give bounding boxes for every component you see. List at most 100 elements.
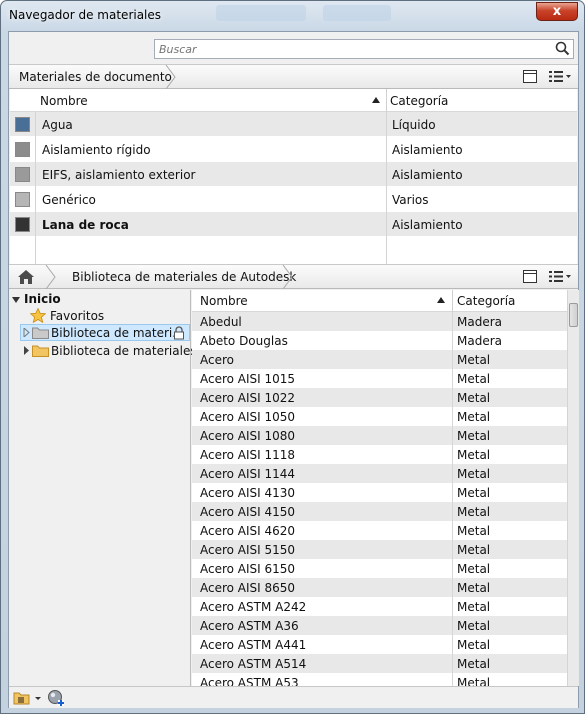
table-row[interactable]: Acero AISI 1118 Metal [192, 445, 567, 464]
material-category: Metal [457, 676, 491, 686]
material-category: Líquido [392, 118, 436, 132]
material-name: Genérico [42, 193, 96, 207]
table-row[interactable]: Abeto Douglas Madera [192, 331, 567, 350]
material-name: Acero AISI 4130 [200, 486, 296, 500]
collapsed-arrow-icon[interactable] [23, 346, 30, 355]
tree-item-home[interactable]: Inicio [24, 292, 61, 306]
breadcrumb-document-materials[interactable]: Materiales de documento [19, 70, 172, 84]
material-category: Metal [457, 638, 491, 652]
material-category: Metal [457, 619, 491, 633]
material-name: Acero AISI 5150 [200, 543, 296, 557]
background-window-tab [216, 5, 306, 21]
material-category: Varios [392, 193, 429, 207]
search-input[interactable] [155, 40, 545, 58]
tree-item-library[interactable]: Biblioteca de materiales ... [51, 344, 212, 358]
table-row[interactable]: Aislamiento rígido Aislamiento [10, 137, 577, 162]
table-row[interactable]: Acero AISI 1144 Metal [192, 464, 567, 483]
library-scrollbar[interactable] [567, 290, 579, 686]
material-name: Agua [42, 118, 73, 132]
home-icon[interactable] [17, 269, 35, 288]
material-name: Acero AISI 1022 [200, 391, 296, 405]
table-row[interactable]: Acero AISI 4130 Metal [192, 483, 567, 502]
window-client: Materiales de documento Nombre Categoría… [8, 31, 579, 708]
create-material-icon[interactable] [47, 689, 65, 710]
star-icon [30, 308, 46, 323]
table-row[interactable]: Abedul Madera [192, 312, 567, 331]
table-row[interactable]: Acero AISI 1022 Metal [192, 388, 567, 407]
sort-ascending-icon [372, 97, 380, 103]
library-manage-icon[interactable] [13, 690, 43, 709]
column-header-name[interactable]: Nombre [200, 294, 248, 308]
folder-icon [32, 345, 49, 357]
table-header: Nombre Categoría [192, 290, 567, 312]
material-name: Acero AISI 1118 [200, 448, 296, 462]
table-row[interactable]: Acero ASTM A441 Metal [192, 635, 567, 654]
material-name: Acero AISI 8650 [200, 581, 296, 595]
panel-view-icon[interactable] [522, 69, 538, 87]
material-swatch [15, 217, 30, 232]
table-row[interactable]: Acero AISI 4150 Metal [192, 502, 567, 521]
table-row[interactable]: Acero AISI 1015 Metal [192, 369, 567, 388]
material-category: Metal [457, 410, 491, 424]
table-row[interactable]: Agua Líquido [10, 112, 577, 137]
table-row[interactable]: Acero AISI 8650 Metal [192, 578, 567, 597]
column-header-name[interactable]: Nombre [40, 94, 88, 108]
table-row[interactable]: Acero ASTM A514 Metal [192, 654, 567, 673]
panel-view-icon[interactable] [522, 269, 538, 287]
breadcrumb-separator-icon [45, 265, 56, 289]
expanded-arrow-icon[interactable] [12, 296, 20, 304]
bottom-toolbar [9, 686, 578, 708]
material-name: Acero ASTM A514 [200, 657, 307, 671]
material-category: Metal [457, 524, 491, 538]
list-view-options-icon[interactable] [548, 269, 572, 287]
table-row[interactable]: Acero AISI 6150 Metal [192, 559, 567, 578]
material-name: Acero ASTM A441 [200, 638, 307, 652]
material-category: Aislamiento [392, 143, 463, 157]
material-name: Acero [200, 353, 234, 367]
table-row[interactable]: Genérico Varios [10, 187, 577, 212]
library-materials-table: Nombre Categoría Abedul Madera Abeto Dougl… [192, 290, 567, 686]
material-name: Acero AISI 1144 [200, 467, 296, 481]
tree-item-library-locked[interactable]: Biblioteca de materi... [51, 326, 184, 340]
table-row[interactable]: Acero ASTM A242 Metal [192, 597, 567, 616]
material-swatch [15, 117, 30, 132]
material-name: Abeto Douglas [200, 334, 288, 348]
table-row[interactable]: Lana de roca Aislamiento [10, 212, 577, 237]
breadcrumb-separator-icon [282, 265, 293, 289]
breadcrumb-separator-icon [165, 65, 176, 89]
document-materials-table: Nombre Categoría Agua Líquido Aislamiento … [10, 89, 577, 264]
breadcrumb-autodesk-library[interactable]: Biblioteca de materiales de Autodesk [72, 270, 296, 284]
material-category: Metal [457, 505, 491, 519]
material-category: Metal [457, 448, 491, 462]
search-box[interactable] [154, 39, 574, 59]
lock-icon [174, 326, 184, 340]
scrollbar-thumb[interactable] [569, 303, 578, 327]
search-icon[interactable] [555, 41, 570, 59]
material-category: Metal [457, 600, 491, 614]
material-name: Lana de roca [42, 218, 129, 232]
table-row[interactable]: Acero ASTM A36 Metal [192, 616, 567, 635]
material-swatch [15, 192, 30, 207]
column-header-category[interactable]: Categoría [390, 94, 448, 108]
close-button[interactable]: x [536, 2, 578, 21]
table-row[interactable]: Acero Metal [192, 350, 567, 369]
table-row[interactable]: Acero AISI 1080 Metal [192, 426, 567, 445]
table-row[interactable]: Acero AISI 4620 Metal [192, 521, 567, 540]
collapsed-arrow-icon[interactable] [23, 328, 30, 337]
library-bar: Biblioteca de materiales de Autodesk [9, 264, 578, 289]
table-row[interactable]: Acero AISI 1050 Metal [192, 407, 567, 426]
table-header: Nombre Categoría [10, 89, 577, 112]
material-name: Acero ASTM A36 [200, 619, 299, 633]
folder-icon [32, 327, 49, 339]
tree-item-favorites[interactable]: Favoritos [50, 309, 104, 323]
material-category: Metal [457, 581, 491, 595]
table-row[interactable]: Acero AISI 5150 Metal [192, 540, 567, 559]
material-category: Metal [457, 353, 491, 367]
column-header-category[interactable]: Categoría [457, 294, 515, 308]
table-row[interactable]: EIFS, aislamiento exterior Aislamiento [10, 162, 577, 187]
table-row[interactable]: Acero ASTM A53 Metal [192, 673, 567, 686]
material-category: Aislamiento [392, 168, 463, 182]
material-name: Abedul [200, 315, 242, 329]
material-swatch [15, 167, 30, 182]
list-view-options-icon[interactable] [548, 69, 572, 87]
